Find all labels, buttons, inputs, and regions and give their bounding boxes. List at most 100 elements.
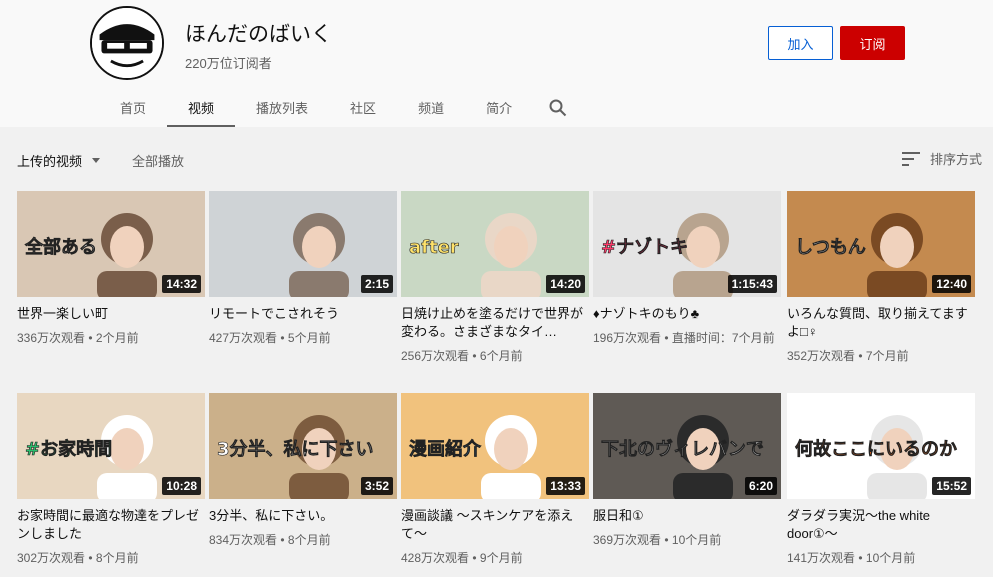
video-card[interactable]: 下北のヴィレバンで 6:20 服日和① 369万次观看 • 10个月前	[593, 393, 781, 549]
video-duration: 15:52	[932, 477, 971, 495]
view-count: 302万次观看	[17, 551, 86, 565]
video-thumbnail[interactable]: 3分半、私に下さい 3:52	[209, 393, 397, 499]
meta-separator: •	[85, 551, 96, 565]
video-title[interactable]: いろんな質問、取り揃えてますよ□♀	[787, 305, 975, 341]
upload-age: 8个月前	[287, 533, 331, 547]
channel-header: ほんだのばいく 220万位订阅者 加入 订阅 首页 视频 播放列表 社区 频道 …	[0, 0, 993, 127]
tab-playlists[interactable]: 播放列表	[235, 88, 329, 127]
video-card[interactable]: 2:15 リモートでこされそう 427万次观看 • 5个月前	[209, 191, 397, 347]
thumbnail-overlay-text: after	[409, 237, 459, 258]
video-thumbnail[interactable]: #ナゾトキ 1:15:43	[593, 191, 781, 297]
video-title[interactable]: お家時間に最適な物達をプレゼンしました	[17, 507, 205, 543]
meta-separator: •	[855, 349, 866, 363]
video-thumbnail[interactable]: after 14:20	[401, 191, 589, 297]
view-count: 834万次观看	[209, 533, 278, 547]
video-meta: 196万次观看 • 直播时间：7个月前	[593, 329, 781, 347]
channel-avatar[interactable]	[90, 6, 164, 80]
upload-age: 9个月前	[479, 551, 523, 565]
subscriber-count: 220万位订阅者	[185, 56, 272, 71]
video-card[interactable]: after 14:20 日焼け止めを塗るだけで世界が変わる。さまざまなタイ… 256万…	[401, 191, 589, 365]
upload-age: 直播时间：7个月前	[671, 331, 775, 345]
video-meta: 834万次观看 • 8个月前	[209, 531, 397, 549]
meta-separator: •	[661, 331, 672, 345]
sort-label: 排序方式	[930, 152, 983, 167]
video-title[interactable]: ♦ナゾトキのもり♣	[593, 305, 781, 323]
video-title[interactable]: 服日和①	[593, 507, 781, 525]
thumbnail-overlay-text: 下北のヴィレバンで	[601, 438, 764, 460]
video-thumbnail[interactable]: 下北のヴィレバンで 6:20	[593, 393, 781, 499]
video-duration: 3:52	[360, 477, 393, 495]
meta-separator: •	[469, 349, 480, 363]
video-title[interactable]: 日焼け止めを塗るだけで世界が変わる。さまざまなタイ…	[401, 305, 589, 341]
search-icon[interactable]	[533, 88, 583, 127]
thumbnail-overlay-text: #ナゾトキ	[601, 237, 688, 258]
sort-icon	[902, 151, 920, 166]
thumbnail-overlay-text: 全部ある	[24, 236, 97, 258]
tab-channels[interactable]: 频道	[397, 88, 465, 127]
play-all-button[interactable]: 全部播放	[132, 151, 184, 170]
video-title[interactable]: 世界一楽しい町	[17, 305, 205, 323]
video-thumbnail[interactable]: しつもん 12:40	[787, 191, 975, 297]
thumbnail-overlay-text: #お家時間	[25, 438, 112, 460]
tab-videos[interactable]: 视频	[167, 88, 236, 127]
thumbnail-overlay-text: 3分半、私に下さい	[217, 438, 374, 460]
upload-age: 10个月前	[671, 533, 722, 547]
video-card[interactable]: 何故ここにいるのか 15:52 ダラダラ実況〜the white door①〜 141…	[787, 393, 975, 567]
channel-name: ほんだのばいく	[185, 23, 332, 46]
upload-age: 8个月前	[95, 551, 139, 565]
video-thumbnail[interactable]: 漫画紹介 13:33	[401, 393, 589, 499]
tab-home[interactable]: 首页	[99, 88, 167, 127]
video-title[interactable]: 3分半、私に下さい。	[209, 507, 397, 525]
video-duration: 14:32	[162, 275, 201, 293]
tab-community[interactable]: 社区	[329, 88, 397, 127]
meta-separator: •	[661, 533, 672, 547]
video-card[interactable]: #ナゾトキ 1:15:43 ♦ナゾトキのもり♣ 196万次观看 • 直播时间：7个月前	[593, 191, 781, 347]
view-count: 428万次观看	[401, 551, 470, 565]
video-card[interactable]: 全部ある 14:32 世界一楽しい町 336万次观看 • 2个月前	[17, 191, 205, 347]
video-thumbnail[interactable]: #お家時間 10:28	[17, 393, 205, 499]
video-duration: 12:40	[932, 275, 971, 293]
video-duration: 10:28	[162, 477, 201, 495]
upload-age: 7个月前	[865, 349, 909, 363]
meta-separator: •	[277, 331, 288, 345]
video-card[interactable]: 3分半、私に下さい 3:52 3分半、私に下さい。 834万次观看 • 8个月前	[209, 393, 397, 549]
upload-age: 5个月前	[287, 331, 331, 345]
join-button[interactable]: 加入	[768, 26, 833, 60]
video-title[interactable]: ダラダラ実況〜the white door①〜	[787, 507, 975, 543]
video-thumbnail[interactable]: 何故ここにいるのか 15:52	[787, 393, 975, 499]
video-meta: 302万次观看 • 8个月前	[17, 549, 205, 567]
view-count: 196万次观看	[593, 331, 662, 345]
video-meta: 141万次观看 • 10个月前	[787, 549, 975, 567]
video-meta: 256万次观看 • 6个月前	[401, 347, 589, 365]
view-count: 369万次观看	[593, 533, 662, 547]
video-meta: 352万次观看 • 7个月前	[787, 347, 975, 365]
video-duration: 6:20	[744, 477, 777, 495]
video-meta: 427万次观看 • 5个月前	[209, 329, 397, 347]
thumbnail-overlay-text: 漫画紹介	[409, 438, 482, 460]
video-toolbar: 上传的视频 全部播放 排序方式	[0, 127, 993, 191]
sort-button[interactable]: 排序方式	[902, 149, 982, 168]
upload-age: 6个月前	[479, 349, 523, 363]
meta-separator: •	[85, 331, 96, 345]
video-meta: 336万次观看 • 2个月前	[17, 329, 205, 347]
tab-about[interactable]: 简介	[465, 88, 533, 127]
uploads-label: 上传的视频	[17, 154, 83, 169]
video-card[interactable]: しつもん 12:40 いろんな質問、取り揃えてますよ□♀ 352万次观看 • 7个月前	[787, 191, 975, 365]
video-title[interactable]: 漫画談議 〜スキンケアを添えて〜	[401, 507, 589, 543]
meta-separator: •	[855, 551, 866, 565]
upload-age: 10个月前	[865, 551, 916, 565]
meta-separator: •	[277, 533, 288, 547]
video-thumbnail[interactable]: 2:15	[209, 191, 397, 297]
view-count: 352万次观看	[787, 349, 856, 363]
uploads-dropdown[interactable]: 上传的视频	[17, 151, 101, 170]
video-card[interactable]: #お家時間 10:28 お家時間に最適な物達をプレゼンしました 302万次观看 • 8…	[17, 393, 205, 567]
video-duration: 1:15:43	[727, 275, 777, 293]
video-duration: 13:33	[546, 477, 585, 495]
video-duration: 2:15	[360, 275, 393, 293]
video-thumbnail[interactable]: 全部ある 14:32	[17, 191, 205, 297]
video-card[interactable]: 漫画紹介 13:33 漫画談議 〜スキンケアを添えて〜 428万次观看 • 9个月前	[401, 393, 589, 567]
upload-age: 2个月前	[95, 331, 139, 345]
subscribe-button[interactable]: 订阅	[840, 26, 905, 60]
video-meta: 369万次观看 • 10个月前	[593, 531, 781, 549]
video-title[interactable]: リモートでこされそう	[209, 305, 397, 323]
